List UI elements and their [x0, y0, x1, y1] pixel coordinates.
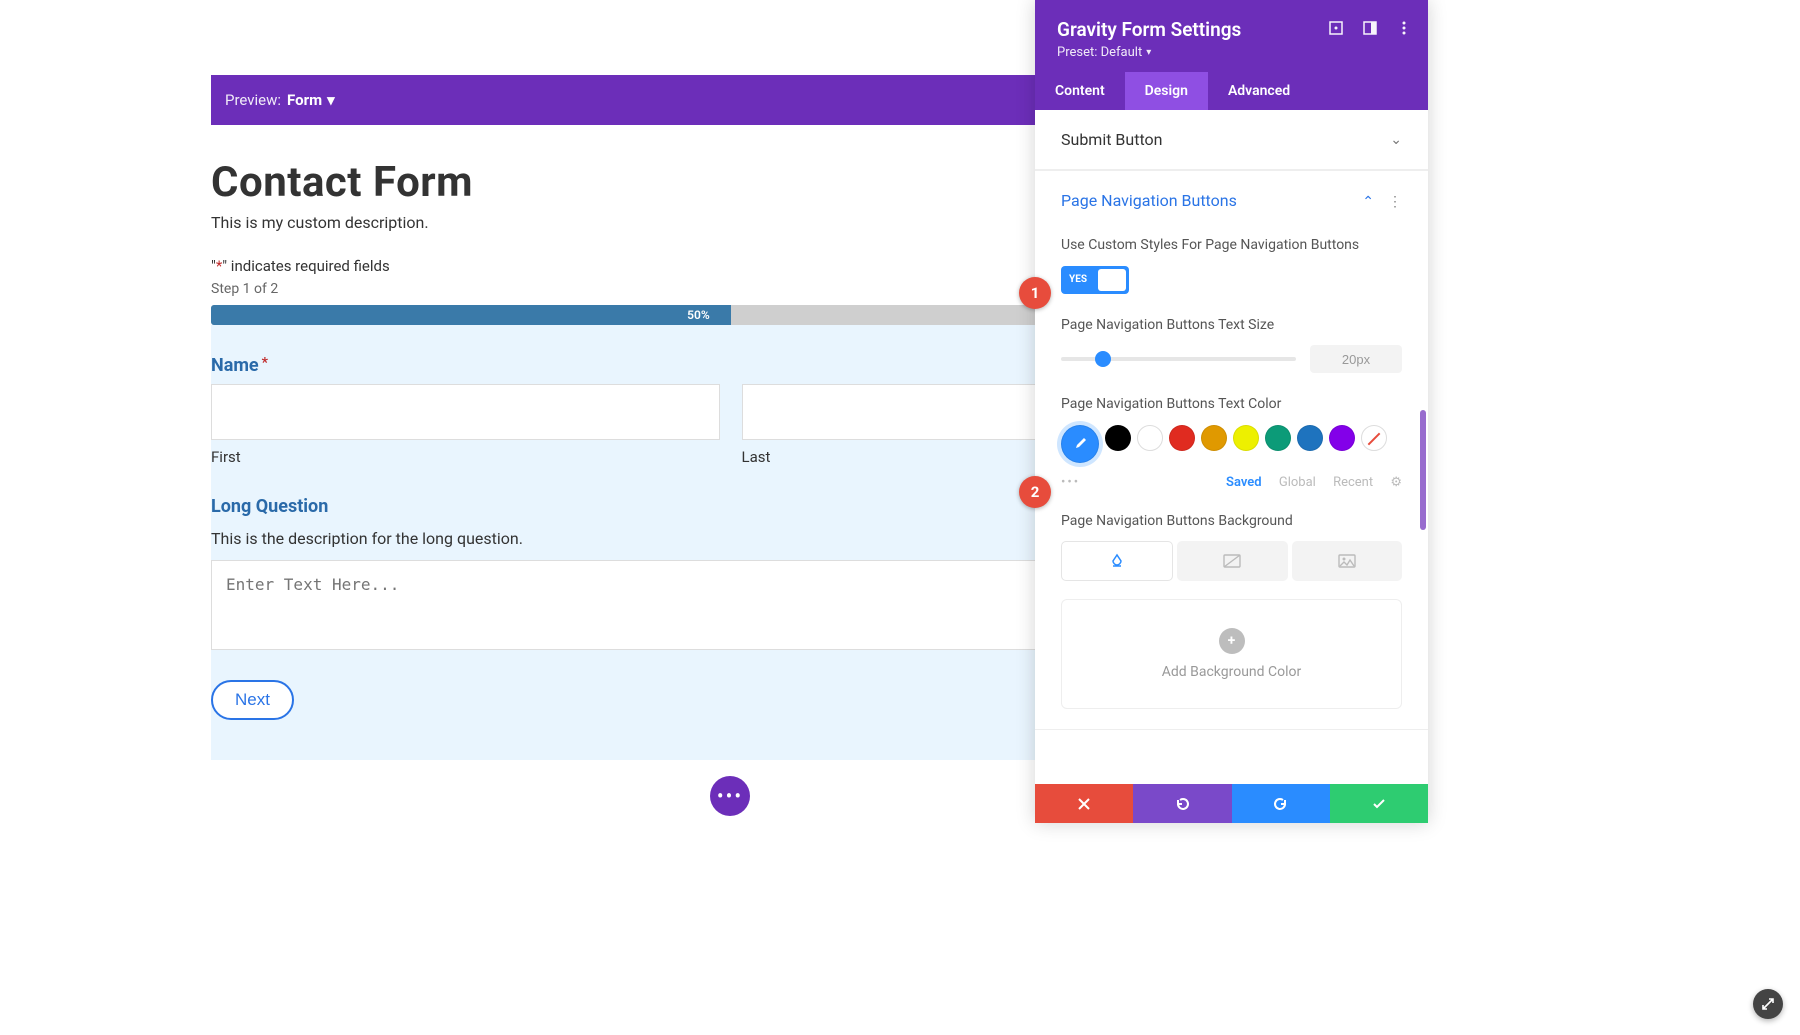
annotation-badge-1: 1	[1019, 277, 1051, 309]
swatch-white[interactable]	[1137, 425, 1163, 451]
caret-down-icon: ▾	[1146, 47, 1151, 58]
plus-icon: +	[1219, 628, 1245, 654]
snap-icon[interactable]	[1328, 20, 1344, 36]
slider-handle[interactable]	[1095, 351, 1111, 367]
progress-percent: 50%	[687, 305, 710, 325]
settings-panel: Gravity Form Settings Preset: Default ▾ …	[1035, 0, 1428, 823]
use-custom-styles-label: Use Custom Styles For Page Navigation Bu…	[1061, 236, 1402, 256]
color-swatches	[1061, 425, 1402, 463]
swatch-purple[interactable]	[1329, 425, 1355, 451]
page-nav-title: Page Navigation Buttons	[1061, 191, 1237, 210]
required-asterisk-icon: *	[262, 355, 268, 371]
annotation-badge-2: 2	[1019, 476, 1051, 508]
chevron-up-icon: ⌃	[1362, 194, 1374, 210]
accordion-submit-button[interactable]: Submit Button ⌄	[1035, 110, 1428, 169]
swatch-none[interactable]	[1361, 425, 1387, 451]
kebab-icon[interactable]	[1396, 20, 1412, 36]
swatch-red[interactable]	[1169, 425, 1195, 451]
accordion-page-nav[interactable]: Page Navigation Buttons ⌃ ⋮	[1035, 170, 1428, 230]
panel-tabs: Content Design Advanced	[1035, 72, 1428, 110]
expand-button[interactable]	[1753, 989, 1783, 1019]
preview-mode-text: Form	[287, 91, 322, 109]
palette-global[interactable]: Global	[1279, 475, 1316, 490]
submit-button-label: Submit Button	[1061, 130, 1163, 149]
palette-recent[interactable]: Recent	[1333, 475, 1373, 490]
dock-icon[interactable]	[1362, 20, 1378, 36]
undo-button[interactable]	[1133, 784, 1231, 823]
text-size-input[interactable]	[1310, 345, 1402, 373]
bg-label: Page Navigation Buttons Background	[1061, 512, 1402, 532]
panel-body: Submit Button ⌄ Page Navigation Buttons …	[1035, 110, 1428, 784]
swatch-black[interactable]	[1105, 425, 1131, 451]
swatch-blue[interactable]	[1297, 425, 1323, 451]
save-button[interactable]	[1330, 784, 1428, 823]
text-size-label: Page Navigation Buttons Text Size	[1061, 316, 1402, 336]
swatch-teal[interactable]	[1265, 425, 1291, 451]
preset-text: Preset: Default	[1057, 45, 1142, 60]
bg-tab-color[interactable]	[1061, 541, 1173, 581]
panel-header: Gravity Form Settings Preset: Default ▾	[1035, 0, 1428, 72]
color-picker-button[interactable]	[1061, 425, 1099, 463]
progress-fill	[211, 305, 731, 325]
add-background-color[interactable]: + Add Background Color	[1061, 599, 1402, 709]
text-size-slider[interactable]	[1061, 357, 1296, 361]
required-note-post: " indicates required fields	[222, 257, 389, 275]
scrollbar-thumb[interactable]	[1420, 410, 1426, 530]
bg-tab-image[interactable]	[1292, 541, 1402, 581]
swatch-yellow[interactable]	[1233, 425, 1259, 451]
caret-down-icon: ▾	[327, 91, 335, 109]
tab-content[interactable]: Content	[1035, 72, 1125, 110]
palette-saved[interactable]: Saved	[1226, 475, 1262, 490]
add-bg-label: Add Background Color	[1162, 664, 1302, 680]
use-custom-styles-toggle[interactable]: YES	[1061, 266, 1129, 294]
chevron-down-icon: ⌄	[1390, 132, 1402, 148]
tab-advanced[interactable]: Advanced	[1208, 72, 1310, 110]
bg-tab-gradient[interactable]	[1177, 541, 1287, 581]
redo-button[interactable]	[1232, 784, 1330, 823]
tab-design[interactable]: Design	[1125, 72, 1208, 110]
swatch-orange[interactable]	[1201, 425, 1227, 451]
module-more-button[interactable]: •••	[710, 776, 750, 816]
preview-label: Preview:	[225, 91, 281, 109]
toggle-knob	[1098, 269, 1126, 291]
next-button[interactable]: Next	[211, 680, 294, 720]
preview-mode-dropdown[interactable]: Form ▾	[287, 91, 335, 109]
preset-dropdown[interactable]: Preset: Default ▾	[1057, 45, 1151, 60]
close-button[interactable]	[1035, 784, 1133, 823]
first-name-sublabel: First	[211, 440, 720, 466]
text-color-label: Page Navigation Buttons Text Color	[1061, 395, 1402, 415]
toggle-text: YES	[1061, 274, 1087, 285]
palette-more-icon[interactable]: •••	[1061, 475, 1080, 490]
panel-actions	[1035, 784, 1428, 823]
kebab-icon[interactable]: ⋮	[1388, 194, 1402, 210]
name-label-text: Name	[211, 355, 259, 376]
gear-icon[interactable]: ⚙	[1390, 475, 1402, 490]
first-name-input[interactable]	[211, 384, 720, 440]
